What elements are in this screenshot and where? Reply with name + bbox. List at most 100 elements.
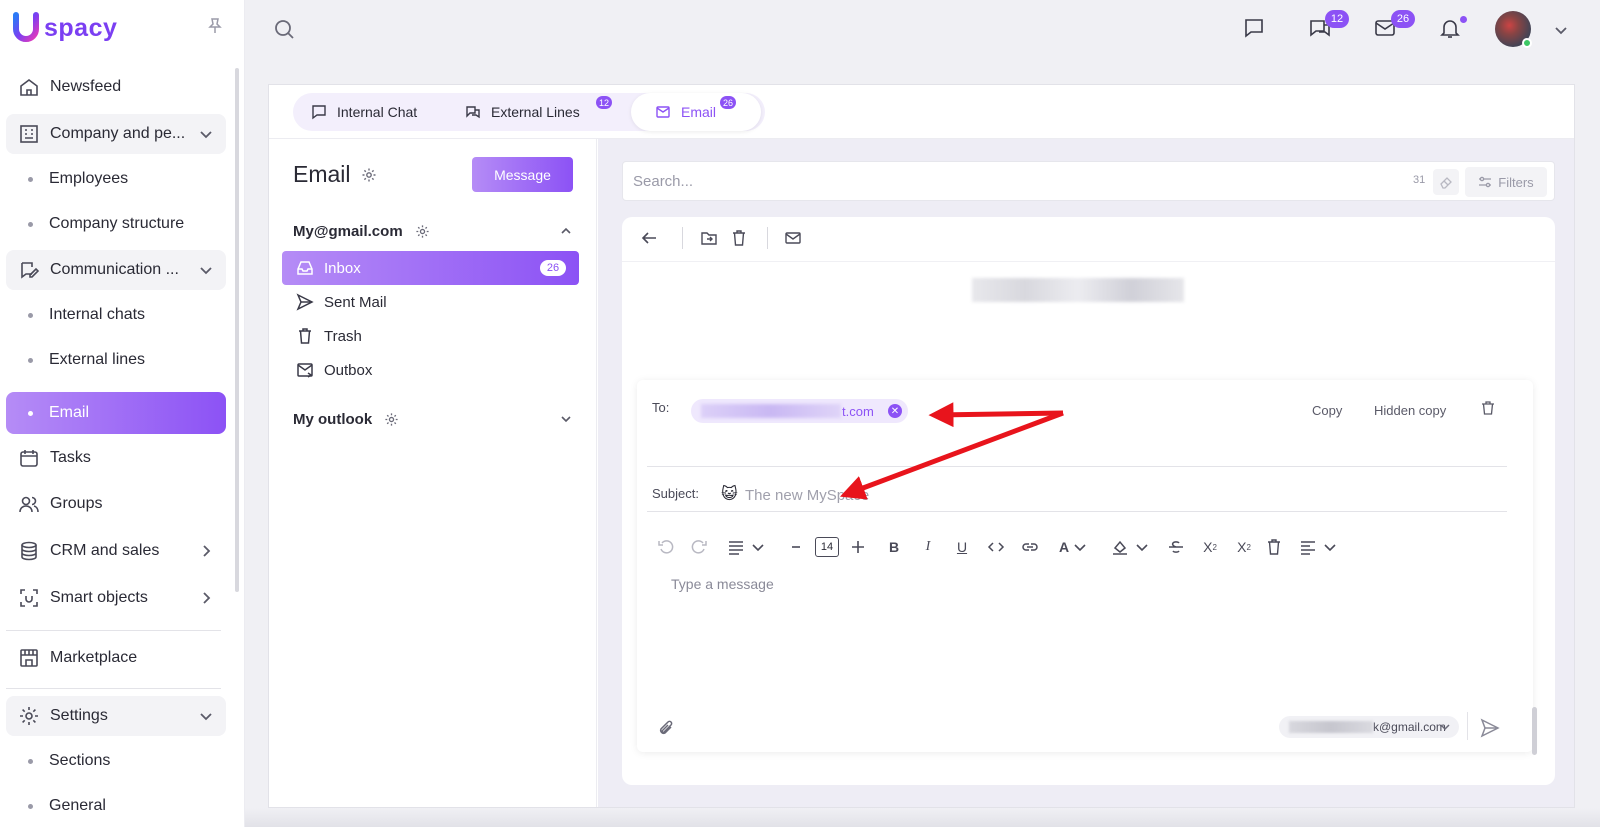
bell-icon[interactable]: [1438, 16, 1462, 40]
gear-icon[interactable]: [361, 167, 377, 183]
chevron-down-icon[interactable]: [1073, 538, 1087, 556]
font-size-field[interactable]: 14: [815, 537, 839, 557]
sidebar-item-settings[interactable]: Settings: [6, 696, 226, 736]
subject-input[interactable]: [745, 484, 1245, 506]
sidebar-item-marketplace[interactable]: Marketplace: [6, 638, 226, 678]
gear-icon[interactable]: [384, 412, 399, 427]
sidebar-scrollbar[interactable]: [235, 68, 239, 592]
sidebar-item-employees[interactable]: Employees: [6, 159, 226, 199]
highlight-icon[interactable]: [1111, 538, 1129, 556]
send-icon[interactable]: [1480, 718, 1500, 738]
account-gmail[interactable]: My@gmail.com: [293, 219, 430, 243]
tab-badge: 26: [720, 96, 737, 109]
toolbar-separator: [622, 261, 1555, 262]
sidebar-item-tasks[interactable]: Tasks: [6, 438, 226, 478]
search-input[interactable]: [633, 170, 1333, 192]
logo-mark: [12, 11, 42, 45]
calendar-icon: [20, 450, 38, 467]
paperclip-icon[interactable]: [657, 719, 675, 737]
chats-badge: 12: [1325, 10, 1349, 28]
superscript-icon[interactable]: X2: [1235, 538, 1253, 556]
pin-icon[interactable]: [205, 16, 225, 36]
sidebar-item-label: Smart objects: [50, 589, 148, 606]
mail-scrollbar[interactable]: [1532, 707, 1537, 755]
sidebar-item-smart-objects[interactable]: Smart objects: [6, 578, 226, 618]
gear-icon[interactable]: [415, 224, 430, 239]
account-outlook[interactable]: My outlook: [293, 407, 399, 431]
toolbar-divider: [682, 227, 683, 249]
align-left-icon[interactable]: [1299, 538, 1317, 556]
sidebar: spacy Newsfeed Company and pe... Employe…: [0, 0, 245, 827]
send-divider: [1467, 712, 1468, 740]
trash-icon[interactable]: [730, 229, 748, 247]
message-body[interactable]: [671, 576, 1511, 696]
sidebar-item-company-structure[interactable]: Company structure: [6, 204, 226, 244]
sliders-icon: [1479, 176, 1492, 188]
chevron-up-icon[interactable]: [559, 224, 573, 238]
redo-icon[interactable]: [690, 538, 708, 556]
search-icon[interactable]: [273, 18, 295, 40]
sidebar-item-internal-chats[interactable]: Internal chats: [6, 295, 226, 335]
text-color-icon[interactable]: A: [1055, 538, 1073, 556]
copy-link[interactable]: Copy: [1312, 403, 1342, 418]
sidebar-item-external-lines[interactable]: External lines: [6, 340, 226, 380]
folder-label: Sent Mail: [324, 293, 387, 311]
sidebar-item-email[interactable]: Email: [6, 392, 226, 434]
code-icon[interactable]: [987, 538, 1005, 556]
move-to-folder-icon[interactable]: [700, 229, 718, 247]
chevron-down-icon[interactable]: [1135, 538, 1149, 556]
folder-inbox[interactable]: Inbox 26: [282, 251, 579, 285]
sidebar-item-sections[interactable]: Sections: [6, 741, 226, 781]
sidebar-item-communication[interactable]: Communication ...: [6, 250, 226, 290]
tab-internal-chat[interactable]: Internal Chat: [311, 93, 417, 131]
from-account-select[interactable]: k@gmail.com: [1279, 716, 1459, 738]
chat-icon[interactable]: [1242, 16, 1266, 40]
database-icon: [21, 541, 37, 561]
sidebar-item-crm[interactable]: CRM and sales: [6, 531, 226, 571]
link-icon[interactable]: [1021, 538, 1039, 556]
mail-icon[interactable]: [784, 229, 802, 247]
sidebar-item-label: Settings: [50, 707, 108, 724]
account-name: My@gmail.com: [293, 222, 403, 240]
plus-icon[interactable]: [849, 538, 867, 556]
sidebar-item-company[interactable]: Company and pe...: [6, 114, 226, 154]
folder-label: Trash: [324, 327, 362, 345]
chat-edit-icon: [21, 262, 40, 279]
chevron-down-icon[interactable]: [1323, 538, 1337, 556]
tab-email[interactable]: Email: [631, 93, 761, 131]
folder-sent-mail[interactable]: Sent Mail: [282, 285, 579, 319]
minus-icon[interactable]: [787, 538, 805, 556]
sidebar-item-newsfeed[interactable]: Newsfeed: [6, 67, 226, 107]
recipient-chip[interactable]: t.com ✕: [691, 399, 908, 423]
app-logo[interactable]: spacy: [12, 10, 117, 46]
line-height-icon[interactable]: [727, 538, 745, 556]
sidebar-item-label: External lines: [49, 351, 146, 368]
subscript-icon[interactable]: X2: [1201, 538, 1219, 556]
underline-icon[interactable]: U: [953, 538, 971, 556]
remove-recipient-icon[interactable]: ✕: [888, 404, 902, 418]
clear-format-icon[interactable]: [1265, 538, 1283, 556]
gear-icon: [20, 707, 38, 725]
trash-icon[interactable]: [1480, 400, 1496, 416]
mail-content-area: 31 Filters To: t.com: [598, 139, 1574, 807]
clear-search-button[interactable]: [1433, 169, 1459, 195]
sidebar-item-general[interactable]: General: [6, 786, 226, 826]
chevron-right-icon: [203, 592, 211, 604]
tab-external-lines[interactable]: External Lines: [465, 93, 580, 131]
chevron-down-icon[interactable]: [751, 538, 765, 556]
filters-button[interactable]: Filters: [1465, 167, 1547, 197]
hidden-copy-link[interactable]: Hidden copy: [1374, 403, 1446, 418]
chevron-down-icon[interactable]: [559, 412, 573, 426]
folder-outbox[interactable]: Outbox: [282, 353, 579, 387]
strikethrough-icon[interactable]: [1167, 538, 1185, 556]
bold-icon[interactable]: B: [885, 538, 903, 556]
emoji-picker-button[interactable]: 😺: [721, 484, 738, 504]
folder-trash[interactable]: Trash: [282, 319, 579, 353]
undo-icon[interactable]: [657, 538, 675, 556]
sidebar-item-groups[interactable]: Groups: [6, 484, 226, 524]
chevron-down-icon[interactable]: [1553, 22, 1569, 38]
new-message-button[interactable]: Message: [472, 157, 573, 192]
back-arrow-icon[interactable]: [640, 229, 658, 247]
avatar[interactable]: [1495, 11, 1532, 48]
italic-icon[interactable]: I: [919, 538, 937, 556]
